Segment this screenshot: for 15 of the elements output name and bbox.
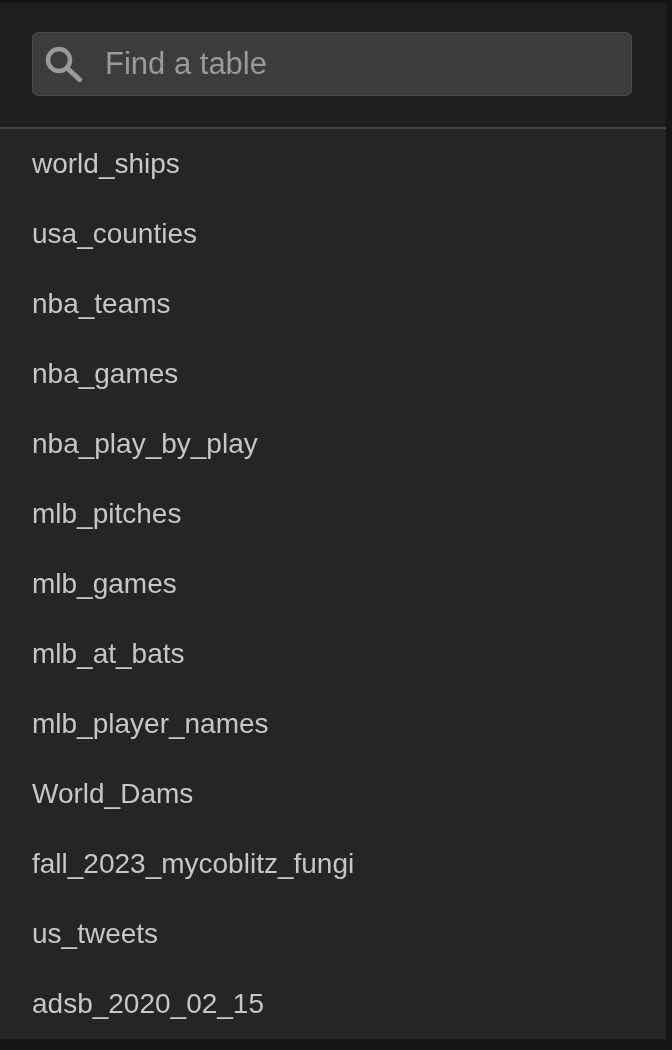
table-list-item[interactable]: mlb_at_bats	[0, 619, 666, 689]
search-icon	[45, 46, 83, 82]
table-list-item[interactable]: nba_teams	[0, 269, 666, 339]
table-list-item[interactable]: nba_play_by_play	[0, 409, 666, 479]
table-list-item[interactable]: fall_2023_mycoblitz_fungi	[0, 829, 666, 899]
table-list-item[interactable]: World_Dams	[0, 759, 666, 829]
search-field[interactable]: Find a table	[32, 32, 632, 96]
table-list-item[interactable]: mlb_pitches	[0, 479, 666, 549]
table-list-item[interactable]: usa_counties	[0, 199, 666, 269]
table-list-item[interactable]: world_ships	[0, 129, 666, 199]
table-list-item[interactable]: adsb_2020_02_15	[0, 969, 666, 1039]
table-list-item[interactable]: nba_games	[0, 339, 666, 409]
table-list-item[interactable]: mlb_player_names	[0, 689, 666, 759]
table-list-item[interactable]: us_tweets	[0, 899, 666, 969]
table-list-item[interactable]: mlb_games	[0, 549, 666, 619]
